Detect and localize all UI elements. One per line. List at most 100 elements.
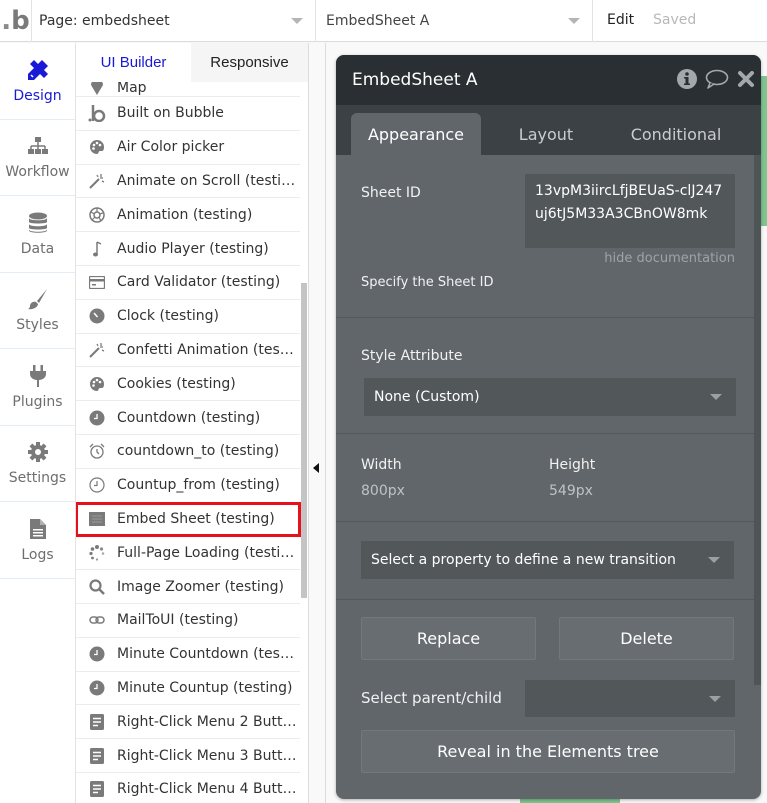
delete-button[interactable]: Delete xyxy=(559,617,734,660)
list-item[interactable]: Minute Countdown (testing) xyxy=(76,638,300,672)
height-label: Height xyxy=(549,457,596,473)
height-value[interactable]: 549px xyxy=(549,483,593,499)
tab-responsive[interactable]: Responsive xyxy=(191,43,308,82)
list-item[interactable]: Image Zoomer (testing) xyxy=(76,570,300,604)
page-selector[interactable]: Page: embedsheet xyxy=(32,0,316,42)
credit-card-icon xyxy=(88,273,106,291)
nav-styles[interactable]: Styles xyxy=(0,273,75,349)
element-list: Map Built on Bubble Air Color picker Animat… xyxy=(76,82,301,803)
nav-logs[interactable]: Logs xyxy=(0,502,75,579)
list-item[interactable]: MailToUI (testing) xyxy=(76,604,300,638)
bubble-logo-icon xyxy=(88,104,106,123)
palette-icon xyxy=(88,375,106,393)
list-item[interactable]: Minute Countup (testing) xyxy=(76,672,300,706)
reveal-in-elements-tree-button[interactable]: Reveal in the Elements tree xyxy=(361,730,735,773)
transition-dropdown[interactable]: Select a property to define a new transi… xyxy=(361,541,734,579)
list-item[interactable]: Right-Click Menu 4 Buttons xyxy=(76,773,300,803)
list-item-label: Card Validator (testing) xyxy=(117,274,281,291)
list-item-label: Audio Player (testing) xyxy=(117,240,269,257)
nav-label: Design xyxy=(13,87,62,104)
alarm-clock-icon xyxy=(88,442,106,460)
tab-layout[interactable]: Layout xyxy=(486,113,606,155)
list-item-label: countdown_to (testing) xyxy=(117,443,280,460)
spinner-icon xyxy=(88,544,106,562)
list-item[interactable]: Air Color picker xyxy=(76,131,300,165)
list-item-selected[interactable]: Embed Sheet (testing) xyxy=(76,501,301,538)
clock-filled-icon xyxy=(88,679,106,697)
list-item-label: Right-Click Menu 2 Buttons xyxy=(117,713,297,730)
collapse-panel-arrow-icon[interactable] xyxy=(313,463,319,473)
property-editor-header[interactable]: EmbedSheet A xyxy=(336,55,761,105)
edit-mode-button[interactable]: Edit xyxy=(607,12,634,28)
left-nav: Design Workflow Data Styles Plugins Sett… xyxy=(0,43,76,803)
list-item-label: MailToUI (testing) xyxy=(117,612,239,629)
list-item[interactable]: Right-Click Menu 3 Buttons xyxy=(76,739,300,773)
list-item-label: Full-Page Loading (testing) xyxy=(117,544,297,561)
nav-label: Plugins xyxy=(12,393,63,410)
close-icon[interactable] xyxy=(737,70,755,88)
tab-appearance[interactable]: Appearance xyxy=(351,113,481,155)
transition-placeholder: Select a property to define a new transi… xyxy=(371,552,676,568)
list-item-label: Minute Countup (testing) xyxy=(117,679,293,696)
info-icon[interactable] xyxy=(677,69,697,89)
element-selector-value: EmbedSheet A xyxy=(326,13,430,29)
tab-ui-builder[interactable]: UI Builder xyxy=(76,43,191,82)
nav-workflow[interactable]: Workflow xyxy=(0,120,75,196)
style-attribute-dropdown[interactable]: None (Custom) xyxy=(364,378,736,416)
database-icon xyxy=(26,211,50,235)
list-item[interactable]: Map xyxy=(76,82,300,97)
search-icon xyxy=(88,578,106,596)
aperture-icon xyxy=(88,206,106,224)
property-editor: EmbedSheet A Appearance Layout Condition… xyxy=(336,55,761,799)
list-item[interactable]: Full-Page Loading (testing) xyxy=(76,536,300,571)
design-icon xyxy=(26,58,50,82)
property-editor-scrollbar[interactable] xyxy=(754,155,761,685)
top-bar: .b Page: embedsheet EmbedSheet A Edit Sa… xyxy=(0,0,767,42)
list-item[interactable]: Countup_from (testing) xyxy=(76,469,300,503)
list-item-label: Animation (testing) xyxy=(117,206,253,223)
style-attribute-value: None (Custom) xyxy=(374,389,480,405)
element-list-scrollbar[interactable] xyxy=(301,283,307,598)
sheet-id-input[interactable]: 13vpM3iircLfjBEUaS-clJ247uj6tJ5M33A3CBnO… xyxy=(525,174,735,248)
replace-button[interactable]: Replace xyxy=(361,617,536,660)
nav-data[interactable]: Data xyxy=(0,196,75,273)
tab-conditional[interactable]: Conditional xyxy=(606,113,746,155)
clock-icon xyxy=(88,307,106,325)
style-attribute-label: Style Attribute xyxy=(361,348,463,364)
list-item-label: Image Zoomer (testing) xyxy=(117,578,284,595)
list-item[interactable]: Card Validator (testing) xyxy=(76,266,300,300)
list-item[interactable]: countdown_to (testing) xyxy=(76,435,300,469)
comment-icon[interactable] xyxy=(705,69,729,89)
list-item[interactable]: Animate on Scroll (testing) xyxy=(76,165,300,199)
list-item-label: Countup_from (testing) xyxy=(117,477,280,494)
list-item[interactable]: Right-Click Menu 2 Buttons xyxy=(76,705,300,740)
clock-filled-icon xyxy=(88,409,106,427)
element-selector[interactable]: EmbedSheet A xyxy=(316,0,593,42)
list-item[interactable]: Audio Player (testing) xyxy=(76,232,300,266)
hide-documentation-link[interactable]: hide documentation xyxy=(604,251,735,266)
list-item[interactable]: Cookies (testing) xyxy=(76,367,300,402)
property-editor-title: EmbedSheet A xyxy=(352,70,478,90)
music-note-icon xyxy=(88,240,106,258)
list-item-label: Built on Bubble xyxy=(117,105,224,122)
list-item[interactable]: Clock (testing) xyxy=(76,300,300,334)
nav-plugins[interactable]: Plugins xyxy=(0,349,75,426)
document-icon xyxy=(88,780,106,798)
list-item[interactable]: Confetti Animation (testing) xyxy=(76,334,300,368)
list-item[interactable]: Built on Bubble xyxy=(76,97,300,131)
list-item-label: Confetti Animation (testing) xyxy=(117,341,297,358)
nav-label: Styles xyxy=(16,317,59,334)
nav-settings[interactable]: Settings xyxy=(0,426,75,502)
list-item-label: Clock (testing) xyxy=(117,308,219,325)
parent-child-dropdown[interactable] xyxy=(525,680,735,717)
document-icon xyxy=(88,713,106,731)
nav-design[interactable]: Design xyxy=(0,43,75,120)
sheet-icon xyxy=(88,510,106,528)
width-value[interactable]: 800px xyxy=(361,483,405,499)
list-item-label: Right-Click Menu 3 Buttons xyxy=(117,747,297,764)
sheet-id-label: Sheet ID xyxy=(361,185,421,201)
list-item[interactable]: Animation (testing) xyxy=(76,198,300,233)
chevron-down-icon xyxy=(568,18,580,24)
list-item[interactable]: Countdown (testing) xyxy=(76,401,300,435)
bubble-logo-icon[interactable]: .b xyxy=(0,0,32,42)
